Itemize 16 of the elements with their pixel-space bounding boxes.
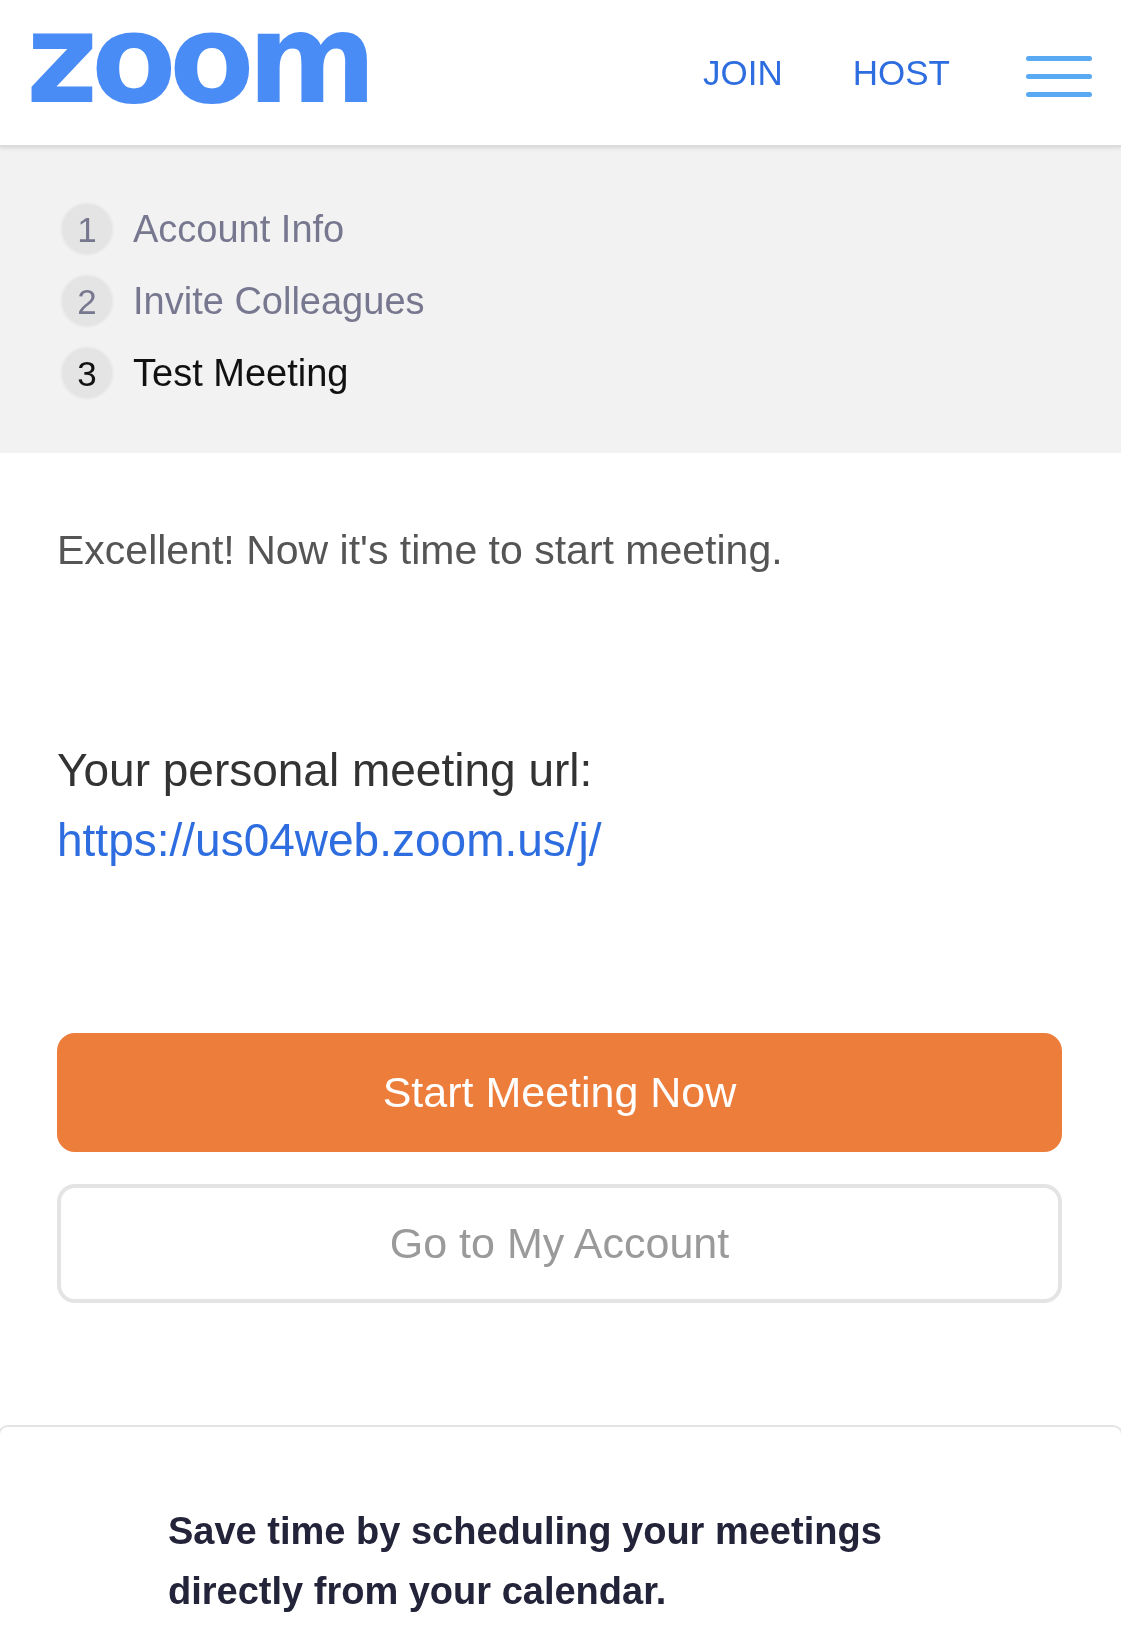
step-number-badge: 2 <box>60 274 114 328</box>
nav-link[interactable]: JOIN <box>703 55 783 90</box>
success-message: Excellent! Now it's time to start meeting. <box>57 526 784 575</box>
start-meeting-button[interactable]: Start Meeting Now <box>57 1033 1062 1152</box>
meeting-url-link[interactable]: https://us04web.zoom.us/j/ <box>57 813 602 867</box>
nav-link[interactable]: HOST <box>852 55 950 90</box>
account-button[interactable]: Go to My Account <box>57 1184 1062 1303</box>
step-label: Test Meeting <box>133 354 349 392</box>
step-label: Account Info <box>133 210 345 248</box>
logo[interactable]: zoom <box>26 0 370 121</box>
step-number-badge: 3 <box>60 346 114 400</box>
step-number-badge: 1 <box>60 202 114 256</box>
url-label: Your personal meeting url: <box>57 743 594 797</box>
step-label: Invite Colleagues <box>133 282 425 320</box>
promo-text: Save time by scheduling your meetings directly from your calendar. <box>168 1509 883 1614</box>
menu-icon[interactable] <box>1026 56 1092 97</box>
